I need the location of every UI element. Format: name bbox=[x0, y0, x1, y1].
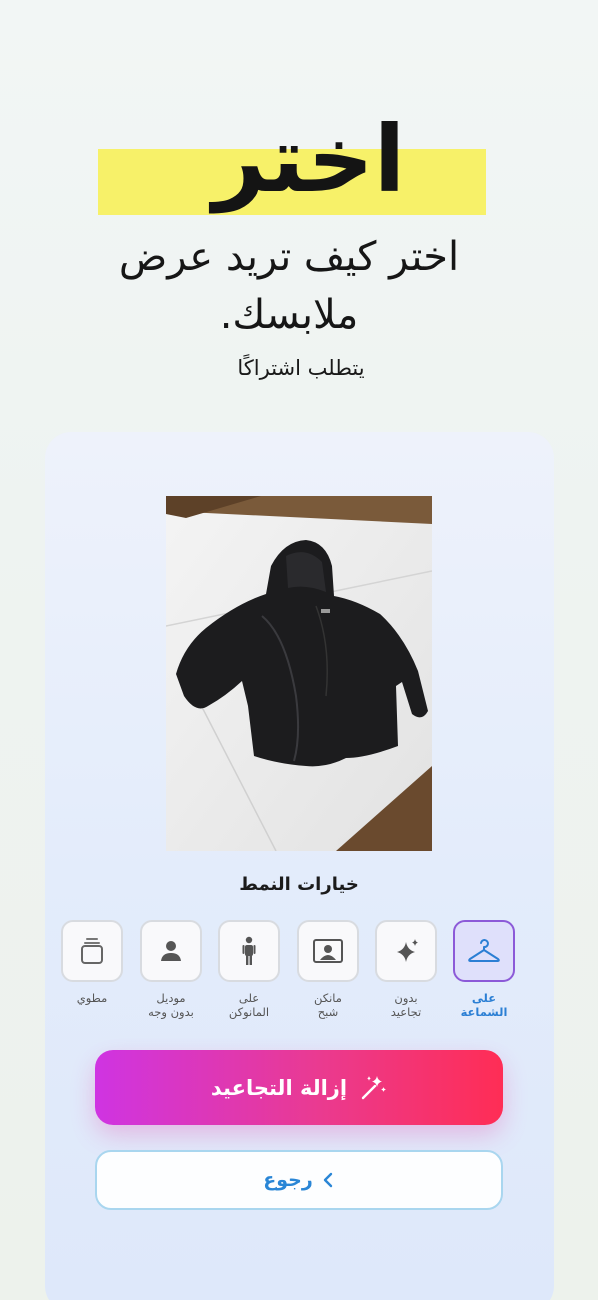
option-label: على الشماعة bbox=[460, 991, 508, 1019]
clothing-photo bbox=[166, 496, 432, 851]
option-on-hanger-box[interactable] bbox=[453, 920, 515, 982]
option-label: مطوي bbox=[76, 991, 108, 1005]
remove-wrinkles-button[interactable]: إزالة التجاعيد bbox=[95, 1050, 503, 1125]
portrait-frame-icon bbox=[312, 937, 344, 965]
style-options: على الشماعة بدون تجاعيد مانكن شبح على ال… bbox=[60, 920, 518, 1030]
back-button[interactable]: رجوع bbox=[95, 1150, 503, 1210]
style-options-title: خيارات النمط bbox=[239, 874, 359, 895]
folded-stack-icon bbox=[79, 936, 105, 966]
person-icon bbox=[158, 938, 184, 964]
hero-section: اختر اختر كيف تريد عرض ملابسك. يتطلب اشت… bbox=[0, 0, 598, 420]
option-on-mannequin-box[interactable] bbox=[218, 920, 280, 982]
option-on-mannequin[interactable]: على المانوكن bbox=[217, 920, 281, 1019]
chevron-left-icon bbox=[321, 1171, 335, 1189]
option-folded-box[interactable] bbox=[61, 920, 123, 982]
subscription-note: يتطلب اشتراكًا bbox=[237, 356, 365, 380]
option-ghost-mannequin[interactable]: مانكن شبح bbox=[296, 920, 360, 1019]
option-faceless-model[interactable]: موديل بدون وجه bbox=[139, 920, 203, 1019]
remove-wrinkles-label: إزالة التجاعيد bbox=[210, 1075, 348, 1100]
option-label: بدون تجاعيد bbox=[390, 991, 422, 1019]
page-subtitle: اختر كيف تريد عرض ملابسك. bbox=[118, 234, 460, 338]
option-wrinkle-free-box[interactable] bbox=[375, 920, 437, 982]
option-faceless-model-box[interactable] bbox=[140, 920, 202, 982]
option-wrinkle-free[interactable]: بدون تجاعيد bbox=[374, 920, 438, 1019]
magic-wand-icon bbox=[359, 1074, 387, 1102]
option-folded[interactable]: مطوي bbox=[60, 920, 124, 1005]
option-label: موديل بدون وجه bbox=[148, 991, 194, 1019]
option-label: مانكن شبح bbox=[314, 991, 342, 1019]
mannequin-icon bbox=[239, 935, 259, 967]
page-title: اختر bbox=[212, 106, 406, 213]
option-ghost-mannequin-box[interactable] bbox=[297, 920, 359, 982]
option-label: على المانوكن bbox=[228, 991, 270, 1019]
sparkle-icon bbox=[391, 936, 421, 966]
back-label: رجوع bbox=[263, 1169, 313, 1191]
hanger-icon bbox=[467, 936, 501, 966]
option-on-hanger[interactable]: على الشماعة bbox=[452, 920, 516, 1019]
